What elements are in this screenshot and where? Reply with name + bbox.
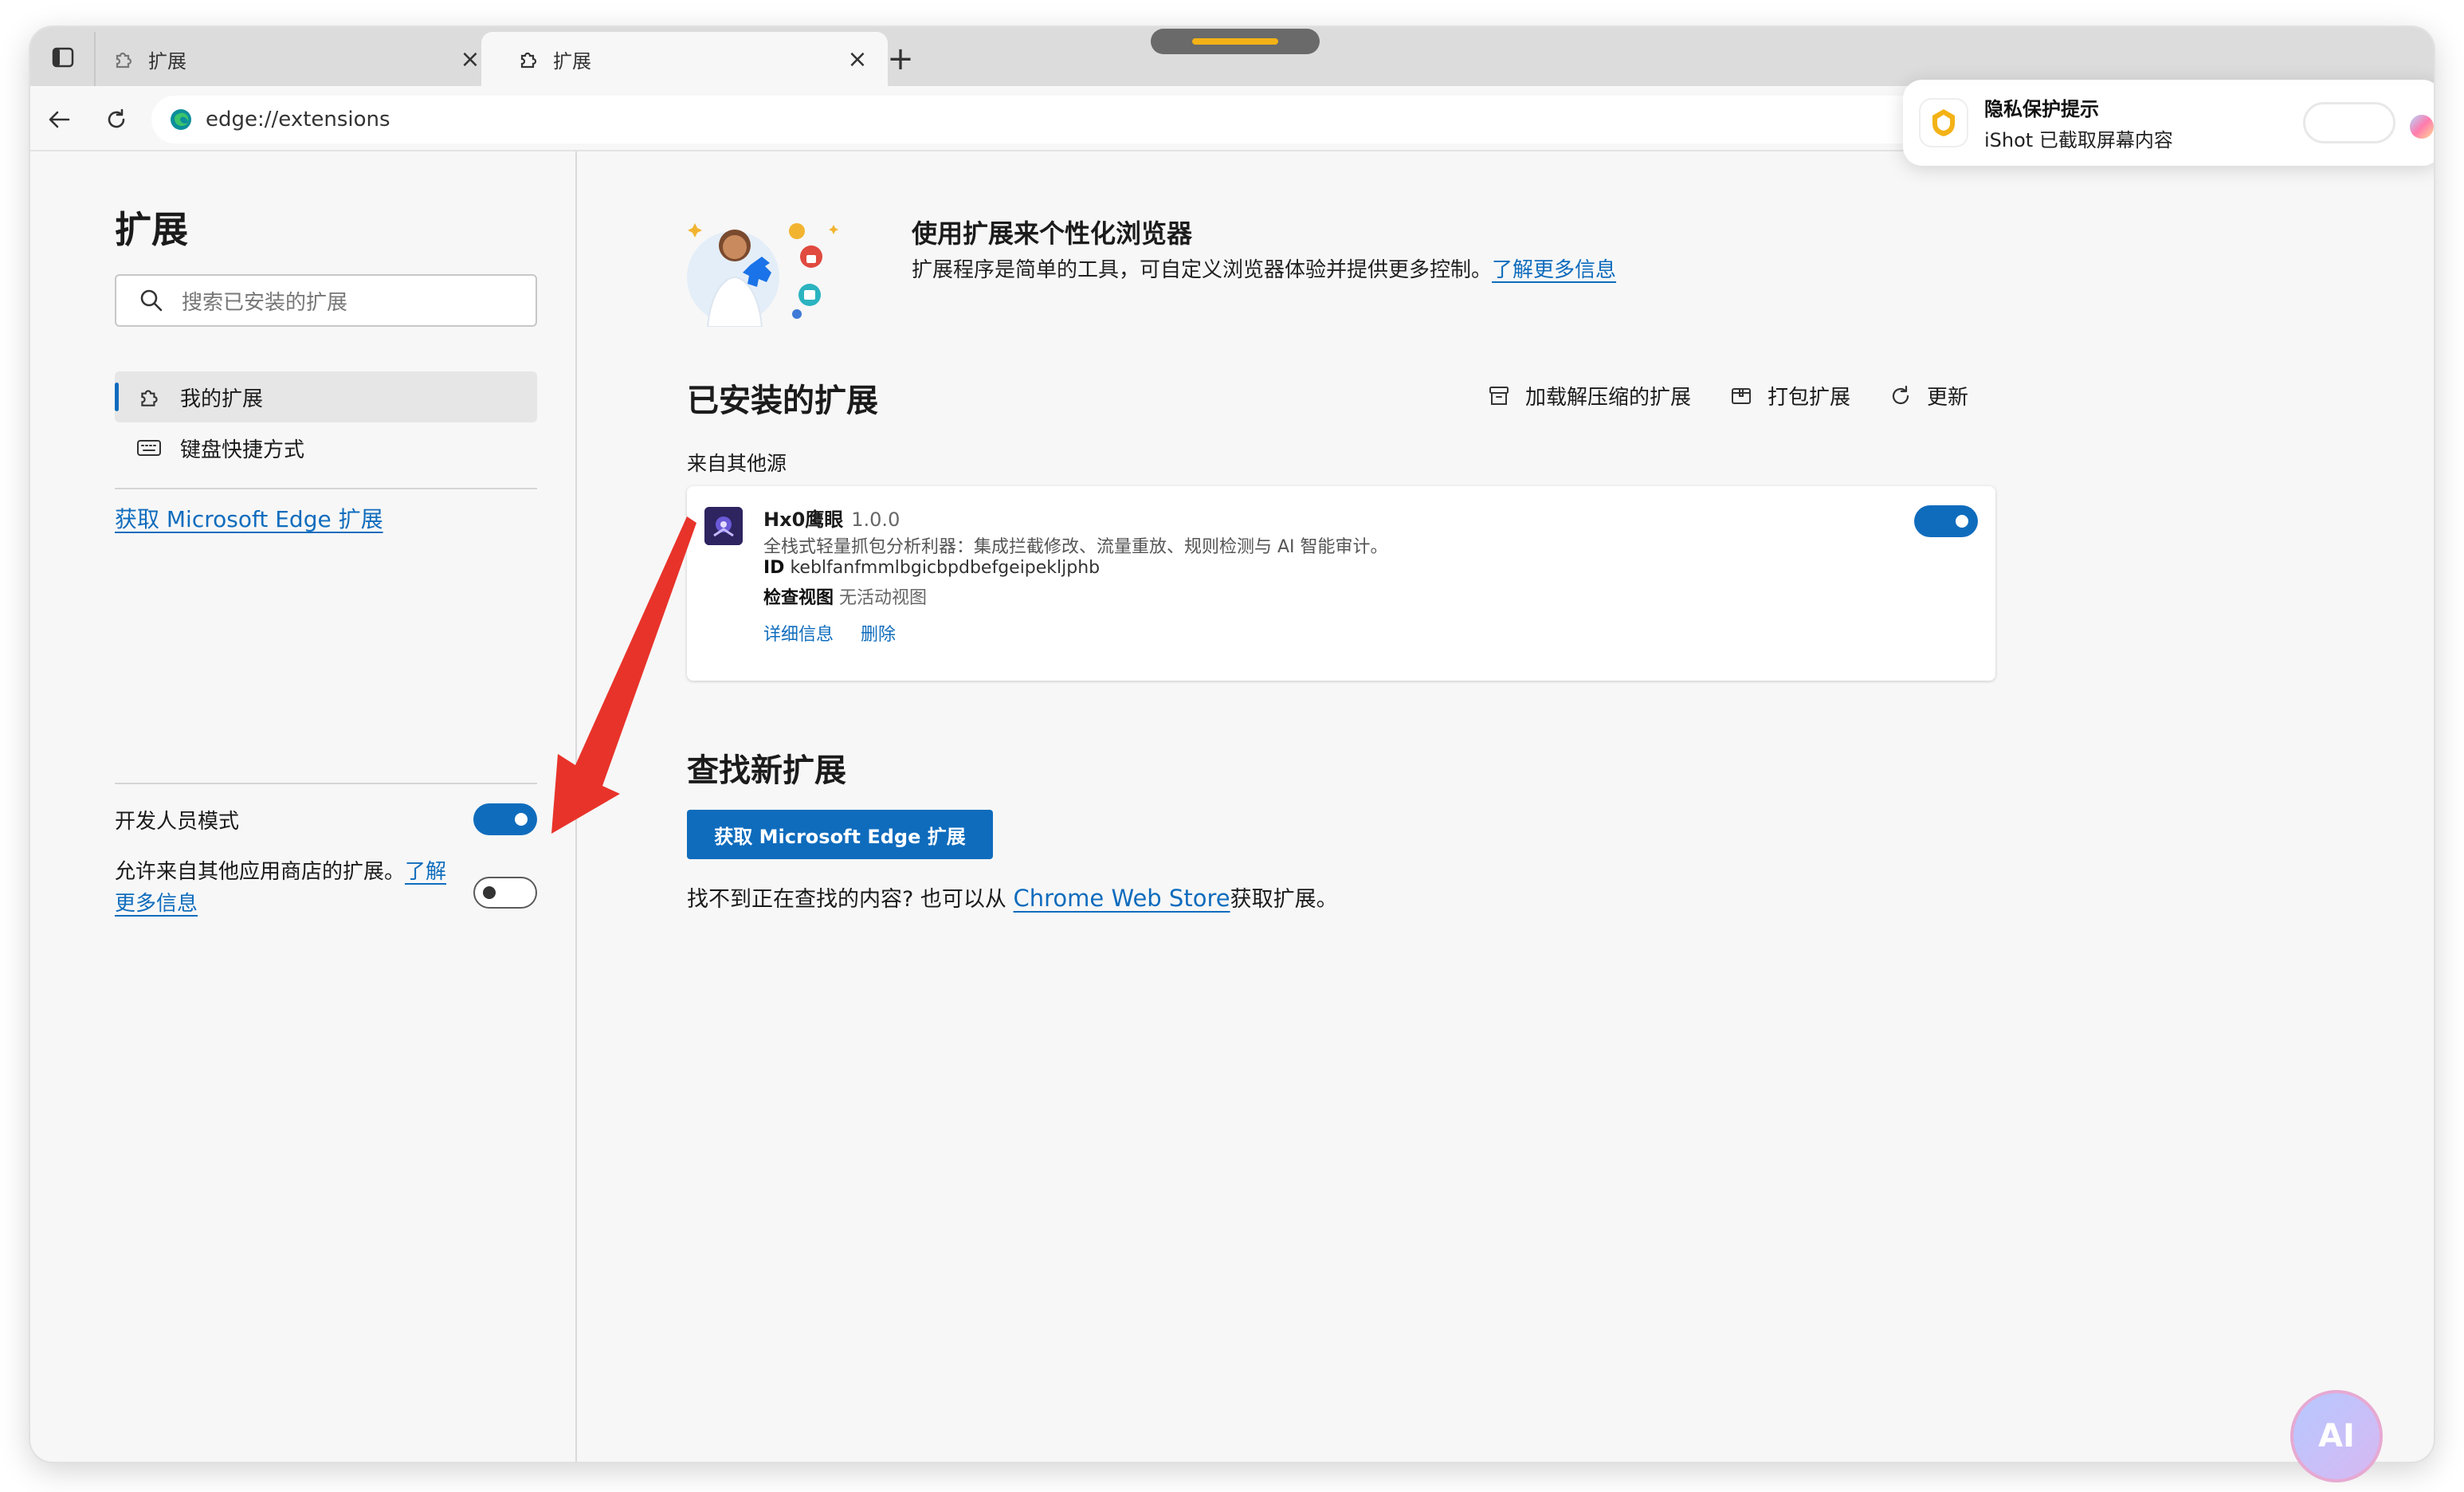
search-input[interactable]: 搜索已安装的扩展: [115, 274, 537, 327]
inspect-views-value: 无活动视图: [839, 588, 928, 608]
extension-enable-toggle[interactable]: [1914, 505, 1978, 537]
allow-other-stores-label: 允许来自其他应用商店的扩展。: [115, 860, 406, 884]
hero-learn-more-link[interactable]: 了解更多信息: [1492, 258, 1616, 282]
hero-description-text: 扩展程序是简单的工具，可自定义浏览器体验并提供更多控制。: [912, 258, 1493, 282]
keyboard-icon: [135, 434, 163, 461]
get-edge-extensions-button[interactable]: 获取 Microsoft Edge 扩展: [687, 810, 993, 859]
browser-window: 扩展 × 扩展 × + edge://extensions 扩展 搜索已安装的扩…: [30, 27, 2434, 1462]
allow-other-stores-text: 允许来自其他应用商店的扩展。了解更多信息: [115, 856, 465, 920]
tab-extensions-2[interactable]: 扩展 ×: [481, 32, 888, 86]
sidebar-title: 扩展: [115, 208, 188, 251]
refresh-button[interactable]: [100, 104, 132, 135]
sidebar: 扩展 搜索已安装的扩展 我的扩展 键盘快捷方式 获取 Microsoft Edg…: [30, 151, 577, 1462]
find-text-after: 获取扩展。: [1230, 887, 1338, 912]
notification-text: 隐私保护提示 iShot 已截取屏幕内容: [1984, 93, 2173, 152]
privacy-notification[interactable]: 隐私保护提示 iShot 已截取屏幕内容: [1903, 80, 2434, 166]
capture-indicator: [1151, 29, 1320, 54]
refresh-icon: [108, 108, 125, 128]
details-link[interactable]: 详细信息: [763, 620, 834, 646]
hero-illustration: [687, 223, 838, 327]
extension-name-text: Hx0鹰眼: [763, 508, 844, 531]
package-icon: [1728, 383, 1755, 410]
load-unpacked-label: 加载解压缩的扩展: [1525, 386, 1692, 410]
url-text: edge://extensions: [206, 108, 390, 132]
get-edge-extensions-link[interactable]: 获取 Microsoft Edge 扩展: [115, 502, 383, 534]
extension-id-row: ID keblfanfmmlbgicbpdbefgeipekljphb: [763, 558, 1100, 578]
ai-assistant-badge[interactable]: AI: [2290, 1390, 2383, 1482]
search-placeholder: 搜索已安装的扩展: [182, 290, 348, 315]
new-tab-button[interactable]: +: [883, 41, 918, 77]
extension-logo-icon: [704, 507, 743, 545]
puzzle-icon: [135, 383, 163, 410]
inspect-views-label: 检查视图: [763, 588, 834, 608]
extension-version: 1.0.0: [851, 508, 900, 531]
tab-strip: 扩展 × 扩展 × +: [30, 27, 2434, 86]
tab-actions-icon: [52, 47, 74, 68]
extension-links: 详细信息 删除: [763, 620, 896, 646]
hero-title: 使用扩展来个性化浏览器: [912, 218, 1193, 249]
arrow-left-icon: [49, 111, 70, 128]
back-button[interactable]: [43, 104, 75, 135]
tab-label: 扩展: [553, 49, 591, 73]
hero-description: 扩展程序是简单的工具，可自定义浏览器体验并提供更多控制。了解更多信息: [912, 253, 1616, 283]
find-extensions-title: 查找新扩展: [687, 752, 846, 789]
update-button[interactable]: 更新: [1887, 381, 1968, 410]
sidebar-item-my-extensions[interactable]: 我的扩展: [115, 371, 537, 422]
pack-extension-label: 打包扩展: [1768, 386, 1851, 410]
search-icon: [140, 289, 163, 312]
developer-mode-row: 开发人员模式: [115, 795, 537, 843]
allow-other-stores-row: 允许来自其他应用商店的扩展。了解更多信息: [115, 856, 537, 928]
notification-body: iShot 已截取屏幕内容: [1984, 129, 2173, 151]
find-text: 找不到正在查找的内容? 也可以从 Chrome Web Store获取扩展。: [687, 881, 1338, 913]
sidebar-item-label: 键盘快捷方式: [180, 438, 305, 462]
notification-title: 隐私保护提示: [1984, 98, 2099, 120]
close-icon[interactable]: ×: [457, 45, 483, 73]
sidebar-divider: [115, 488, 537, 489]
developer-mode-label: 开发人员模式: [115, 809, 240, 834]
update-label: 更新: [1927, 386, 1969, 410]
sidebar-item-keyboard-shortcuts[interactable]: 键盘快捷方式: [115, 422, 537, 473]
load-unpacked-button[interactable]: 加载解压缩的扩展: [1485, 381, 1691, 410]
address-bar[interactable]: edge://extensions: [151, 96, 2032, 143]
allow-other-stores-toggle[interactable]: [473, 877, 537, 909]
extension-description: 全栈式轻量抓包分析利器：集成拦截修改、流量重放、规则检测与 AI 智能审计。: [763, 537, 1388, 557]
edge-logo-icon: [171, 109, 191, 130]
puzzle-icon: [516, 47, 540, 71]
inspect-views-row: 检查视图 无活动视图: [763, 583, 927, 609]
installed-extensions-title: 已安装的扩展: [687, 383, 878, 419]
extension-card: Hx0鹰眼 1.0.0 全栈式轻量抓包分析利器：集成拦截修改、流量重放、规则检测与…: [687, 486, 1995, 681]
remove-link[interactable]: 删除: [861, 620, 896, 646]
tab-extensions-1[interactable]: 扩展 ×: [94, 32, 500, 86]
extension-actions: 加载解压缩的扩展 打包扩展 更新: [1485, 381, 1968, 410]
main-content: 使用扩展来个性化浏览器 扩展程序是简单的工具，可自定义浏览器体验并提供更多控制。…: [579, 151, 2434, 1462]
copilot-icon: [2410, 115, 2434, 139]
sidebar-item-label: 我的扩展: [180, 387, 264, 411]
shield-icon: [1921, 100, 1967, 146]
developer-mode-toggle[interactable]: [473, 803, 537, 835]
source-label: 来自其他源: [687, 452, 787, 475]
extension-name: Hx0鹰眼 1.0.0: [763, 504, 900, 532]
puzzle-icon: [112, 47, 135, 71]
sidebar-divider: [115, 783, 537, 784]
extension-id: keblfanfmmlbgicbpdbefgeipekljphb: [790, 558, 1101, 578]
close-icon[interactable]: ×: [845, 45, 870, 73]
archive-icon: [1485, 383, 1513, 410]
tab-actions-button[interactable]: [41, 40, 84, 75]
chrome-web-store-link[interactable]: Chrome Web Store: [1014, 885, 1230, 912]
tab-label: 扩展: [148, 49, 186, 73]
toolbar-ghost: [2303, 102, 2395, 143]
plus-icon: +: [887, 41, 914, 77]
find-text-before: 找不到正在查找的内容? 也可以从: [687, 887, 1006, 912]
extension-id-label: ID: [763, 558, 785, 578]
pack-extension-button[interactable]: 打包扩展: [1728, 381, 1850, 410]
refresh-icon: [1887, 383, 1914, 410]
